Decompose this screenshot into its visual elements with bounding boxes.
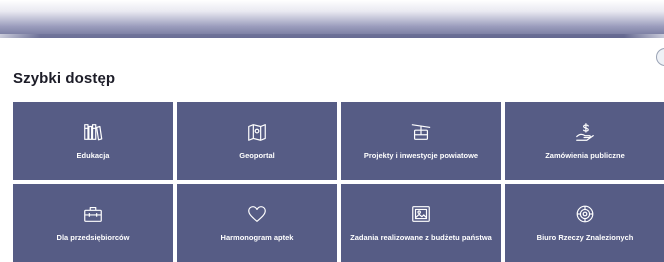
- accessibility-badge-icon[interactable]: [656, 48, 664, 66]
- tile-geoportal[interactable]: Geoportal: [177, 102, 337, 180]
- tile-przedsiebiorcy[interactable]: Dla przedsiębiorców: [13, 184, 173, 262]
- tile-zamowienia[interactable]: Zamówienia publiczne: [505, 102, 664, 180]
- tile-label: Zadania realizowane z budżetu państwa: [350, 233, 492, 243]
- tile-edukacja[interactable]: Edukacja: [13, 102, 173, 180]
- heart-icon: [246, 203, 268, 225]
- map-icon: [246, 121, 268, 143]
- tile-zadania-budzet[interactable]: Zadania realizowane z budżetu państwa: [341, 184, 501, 262]
- briefcase-icon: [82, 203, 104, 225]
- tile-label: Projekty i inwestycje powiatowe: [363, 151, 479, 161]
- header-banner: [0, 0, 664, 38]
- tile-label: Edukacja: [76, 151, 110, 161]
- quick-access-grid: Edukacja Geoportal Projekty i inwestycje…: [13, 102, 664, 262]
- image-frame-icon: [410, 203, 432, 225]
- cable-car-icon: [410, 121, 432, 143]
- tile-label: Zamówienia publiczne: [545, 151, 625, 161]
- tile-projekty[interactable]: Projekty i inwestycje powiatowe: [341, 102, 501, 180]
- books-icon: [82, 121, 104, 143]
- tile-label: Biuro Rzeczy Znalezionych: [536, 233, 634, 243]
- tile-biuro-rzeczy[interactable]: Biuro Rzeczy Znalezionych: [505, 184, 664, 262]
- tile-label: Dla przedsiębiorców: [56, 233, 130, 243]
- tile-label: Harmonogram aptek: [220, 233, 294, 243]
- tile-harmonogram-aptek[interactable]: Harmonogram aptek: [177, 184, 337, 262]
- settings-badge-icon: [574, 203, 596, 225]
- section-title: Szybki dostęp: [13, 70, 116, 87]
- tile-label: Geoportal: [239, 151, 275, 161]
- hand-money-icon: [574, 121, 596, 143]
